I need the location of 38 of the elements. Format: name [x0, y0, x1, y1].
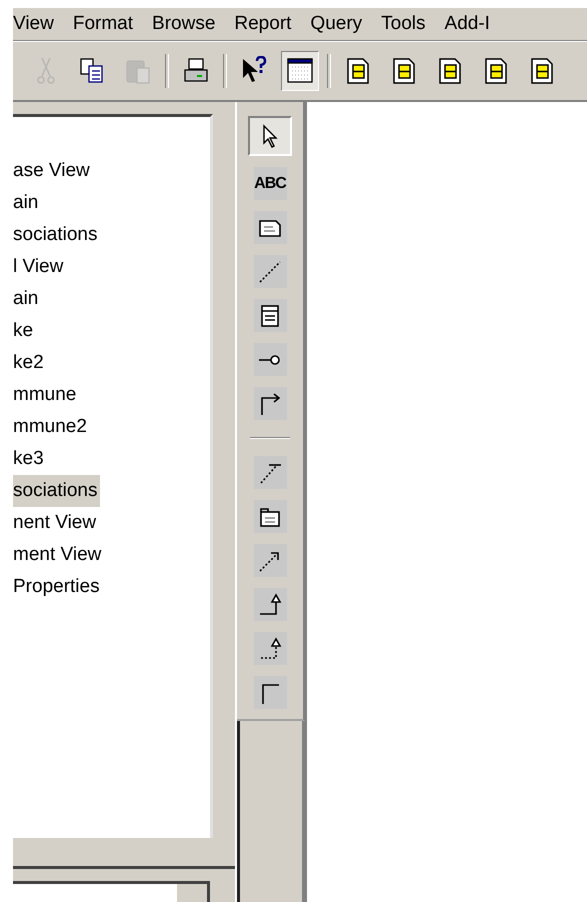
menu-item[interactable]: Tools: [381, 13, 436, 35]
tree-item[interactable]: sociations: [13, 475, 100, 507]
dashed-elbow-tool-button[interactable]: [254, 632, 286, 665]
folder-tool-button[interactable]: [254, 500, 286, 533]
elbow-arrow-tool-button[interactable]: [254, 588, 286, 621]
dashed-line-tool-button[interactable]: [254, 255, 286, 288]
menu-item[interactable]: Query: [310, 13, 372, 35]
dashed-line-tool-button[interactable]: [254, 456, 286, 489]
text-tool-button[interactable]: ABC: [254, 167, 286, 200]
list-box-tool-button[interactable]: [254, 299, 286, 332]
tree-item[interactable]: sociations: [13, 219, 210, 251]
tree-item[interactable]: mmune: [13, 379, 210, 411]
note-tool-button[interactable]: [254, 211, 286, 244]
elbow-arrow-icon: [257, 592, 283, 618]
window-button[interactable]: [281, 51, 319, 91]
tree-item[interactable]: ke2: [13, 347, 210, 379]
pointer-tool-button[interactable]: [248, 116, 292, 156]
tree-item[interactable]: ke: [13, 315, 210, 347]
menu-item[interactable]: Browse: [152, 13, 226, 35]
elbow-arrow-tool-button[interactable]: [254, 387, 286, 420]
tree-item[interactable]: l View: [13, 251, 210, 283]
scroll-button[interactable]: [176, 884, 210, 902]
tree-item[interactable]: ke3: [13, 443, 210, 475]
tree-item[interactable]: ment View: [13, 539, 210, 571]
tree-item[interactable]: ase View: [13, 155, 210, 187]
menu-item[interactable]: Report: [234, 13, 302, 35]
tree-item[interactable]: mmune2: [13, 411, 210, 443]
dashed-arrow-tool-button[interactable]: [254, 544, 286, 577]
tree-item[interactable]: nent View: [13, 507, 210, 539]
tree-item[interactable]: ain: [13, 283, 210, 315]
corner-tool-button[interactable]: [254, 676, 286, 709]
dashed-line-icon: [257, 258, 283, 284]
lollipop-tool-button[interactable]: [254, 343, 286, 376]
menu-item[interactable]: Add-I: [444, 13, 500, 35]
menu-item[interactable]: Format: [72, 13, 144, 35]
tree-item[interactable]: Properties: [13, 571, 210, 603]
menu-item[interactable]: View: [13, 13, 64, 35]
tree-item[interactable]: ain: [13, 187, 210, 219]
